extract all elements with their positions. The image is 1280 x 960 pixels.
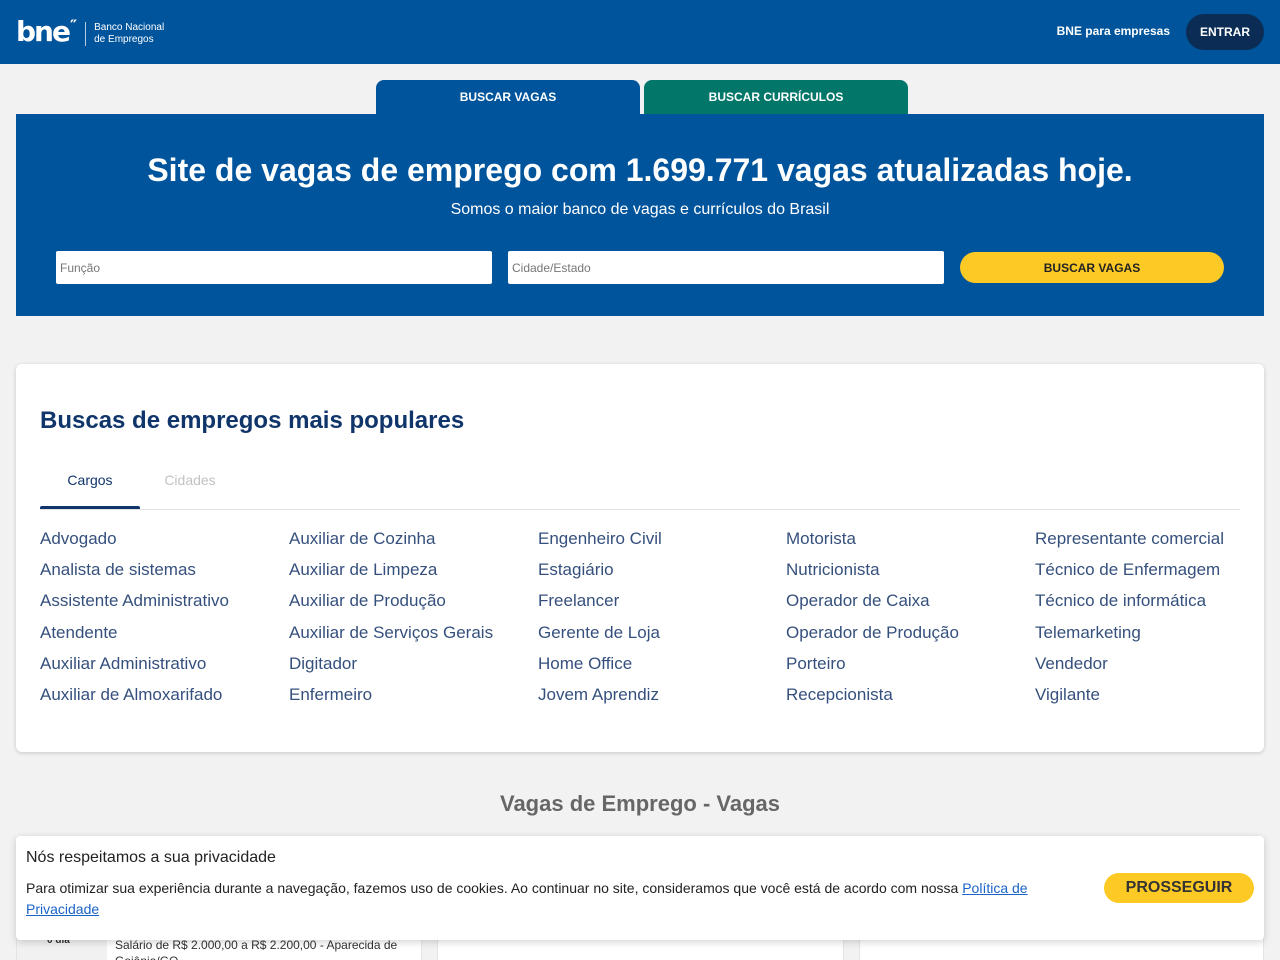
job-link[interactable]: Auxiliar de Cozinha <box>289 528 529 559</box>
bne-empresas-link[interactable]: BNE para empresas <box>1057 22 1170 40</box>
job-card-salary: Salário de R$ 2.000,00 a R$ 2.200,00 - A… <box>115 938 398 960</box>
tab-buscar-curriculos[interactable]: BUSCAR CURRÍCULOS <box>644 80 908 114</box>
job-link[interactable]: Técnico de Enfermagem <box>1035 559 1275 590</box>
top-header: bne″ Banco Nacional de Empregos BNE para… <box>0 0 1280 64</box>
job-list-column: Advogado Analista de sistemas Assistente… <box>40 528 280 715</box>
bne-logo[interactable]: bne″ Banco Nacional de Empregos <box>16 15 165 51</box>
popular-searches-card: Buscas de empregos mais populares Cargos… <box>16 364 1264 752</box>
cookie-text: Para otimizar sua experiência durante a … <box>26 878 1046 920</box>
function-input[interactable] <box>56 251 492 284</box>
job-link[interactable]: Técnico de informática <box>1035 590 1275 621</box>
accept-cookies-button[interactable]: PROSSEGUIR <box>1104 873 1254 903</box>
search-jobs-button[interactable]: BUSCAR VAGAS <box>960 252 1224 283</box>
job-link[interactable]: Operador de Produção <box>786 622 1026 653</box>
search-hero: Site de vagas de emprego com 1.699.771 v… <box>16 114 1264 316</box>
logo-text: Banco Nacional de Empregos <box>94 22 165 45</box>
logo-divider <box>85 22 87 46</box>
tab-cargos[interactable]: Cargos <box>40 468 140 510</box>
job-link[interactable]: Home Office <box>538 653 778 684</box>
logo-mark: bne″ <box>16 15 77 48</box>
job-link[interactable]: Auxiliar de Limpeza <box>289 559 529 590</box>
job-list-column: Engenheiro Civil Estagiário Freelancer G… <box>538 528 778 715</box>
job-link[interactable]: Advogado <box>40 528 280 559</box>
job-link[interactable]: Engenheiro Civil <box>538 528 778 559</box>
cookie-title: Nós respeitamos a sua privacidade <box>26 849 276 866</box>
cookie-banner: Nós respeitamos a sua privacidade Para o… <box>16 836 1264 940</box>
job-link[interactable]: Recepcionista <box>786 684 1026 715</box>
job-link[interactable]: Auxiliar de Serviços Gerais <box>289 622 529 653</box>
job-link[interactable]: Representante comercial <box>1035 528 1275 559</box>
job-link[interactable]: Porteiro <box>786 653 1026 684</box>
job-link[interactable]: Gerente de Loja <box>538 622 778 653</box>
tab-cidades[interactable]: Cidades <box>140 468 240 508</box>
hero-subtitle: Somos o maior banco de vagas e currículo… <box>450 201 830 218</box>
job-link[interactable]: Auxiliar de Almoxarifado <box>40 684 280 715</box>
job-list-column: Auxiliar de Cozinha Auxiliar de Limpeza … <box>289 528 529 715</box>
jobs-section-title: Vagas de Emprego - Vagas <box>499 791 780 816</box>
job-link[interactable]: Digitador <box>289 653 529 684</box>
login-button[interactable]: ENTRAR <box>1186 14 1264 50</box>
hero-title: Site de vagas de emprego com 1.699.771 v… <box>147 152 1133 188</box>
popular-searches-title: Buscas de empregos mais populares <box>40 407 465 434</box>
job-list-column: Motorista Nutricionista Operador de Caix… <box>786 528 1026 715</box>
job-link[interactable]: Freelancer <box>538 590 778 621</box>
job-link[interactable]: Telemarketing <box>1035 622 1275 653</box>
job-link[interactable]: Jovem Aprendiz <box>538 684 778 715</box>
job-link[interactable]: Nutricionista <box>786 559 1026 590</box>
job-link[interactable]: Vendedor <box>1035 653 1275 684</box>
job-link[interactable]: Operador de Caixa <box>786 590 1026 621</box>
cookie-message: Para otimizar sua experiência durante a … <box>26 880 963 896</box>
job-link[interactable]: Auxiliar Administrativo <box>40 653 280 684</box>
tabs-divider <box>40 509 1240 510</box>
job-link[interactable]: Assistente Administrativo <box>40 590 280 621</box>
city-input[interactable] <box>508 251 944 284</box>
job-link[interactable]: Atendente <box>40 622 280 653</box>
tab-buscar-vagas[interactable]: BUSCAR VAGAS <box>376 80 640 114</box>
job-link[interactable]: Estagiário <box>538 559 778 590</box>
job-link[interactable]: Enfermeiro <box>289 684 529 715</box>
job-link[interactable]: Vigilante <box>1035 684 1275 715</box>
job-list-column: Representante comercial Técnico de Enfer… <box>1035 528 1275 715</box>
job-link[interactable]: Auxiliar de Produção <box>289 590 529 621</box>
job-link[interactable]: Analista de sistemas <box>40 559 280 590</box>
job-link[interactable]: Motorista <box>786 528 1026 559</box>
